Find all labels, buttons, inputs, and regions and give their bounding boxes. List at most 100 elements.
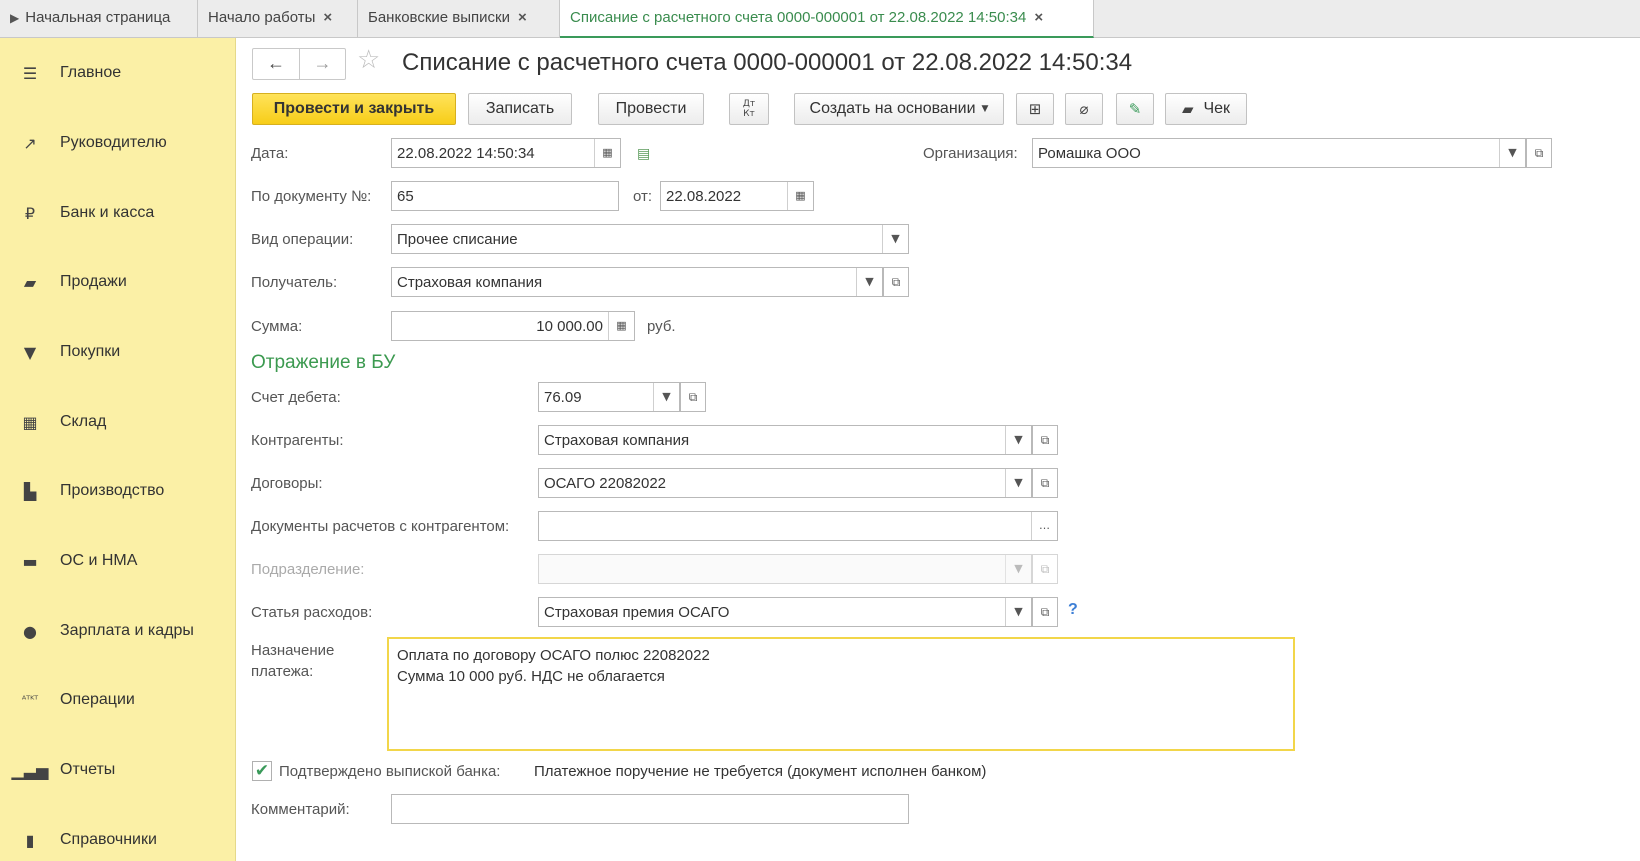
sidebar-item-label: Продажи xyxy=(60,273,127,290)
chevron-down-icon[interactable]: ▼ xyxy=(882,225,908,253)
ellipsis-icon[interactable]: … xyxy=(1031,512,1057,540)
organization-field[interactable]: Ромашка ООО ▼ xyxy=(1032,138,1526,168)
bank-confirmed-label: Подтверждено выпиской банка: xyxy=(279,763,501,780)
person-icon: ● xyxy=(23,621,37,641)
sidebar-item-manager[interactable]: ↗ Руководителю xyxy=(0,123,236,163)
receipt-button[interactable]: ▰ Чек xyxy=(1165,93,1247,125)
settlement-docs-field[interactable]: … xyxy=(538,511,1058,541)
chevron-down-icon[interactable]: ▼ xyxy=(1005,598,1031,626)
operation-type-label: Вид операции: xyxy=(251,231,354,248)
doc-number-value: 65 xyxy=(397,187,414,205)
close-icon[interactable]: × xyxy=(1034,9,1043,26)
contract-value: ОСАГО 22082022 xyxy=(544,474,667,492)
recipient-field[interactable]: Страховая компания ▼ xyxy=(391,267,883,297)
amount-label: Сумма: xyxy=(251,318,303,335)
save-button[interactable]: Записать xyxy=(468,93,572,125)
bar-chart-icon: ▁▃▅ xyxy=(11,760,49,780)
sidebar-item-label: Зарплата и кадры xyxy=(60,622,194,639)
comment-field[interactable] xyxy=(391,794,909,824)
open-organization-button[interactable]: ⧉ xyxy=(1526,138,1552,168)
home-arrow-icon: ▶ xyxy=(10,11,20,25)
calendar-icon[interactable]: ▦ xyxy=(787,182,813,210)
history-nav: ← → xyxy=(252,48,346,80)
signature-button[interactable]: ✎ xyxy=(1116,93,1154,125)
operation-type-select[interactable]: Прочее списание ▼ xyxy=(391,224,909,254)
warehouse-icon: ▦ xyxy=(22,412,38,432)
chevron-down-icon[interactable]: ▼ xyxy=(856,268,882,296)
structure-button[interactable]: ⊞ xyxy=(1016,93,1054,125)
number-edit-icon[interactable]: ▤ xyxy=(637,145,650,162)
payment-purpose-line2: Сумма 10 000 руб. НДС не облагается xyxy=(397,668,665,685)
expense-item-value: Страховая премия ОСАГО xyxy=(544,603,730,621)
tab-start[interactable]: Начало работы × xyxy=(198,0,358,38)
sidebar-item-sales[interactable]: ▰ Продажи xyxy=(0,262,236,302)
sidebar-item-label: Главное xyxy=(60,64,122,81)
chevron-down-icon: ▼ xyxy=(981,104,989,114)
department-field: ▼ xyxy=(538,554,1032,584)
sidebar-item-operations[interactable]: ᴬᵀᴷᵀ Операции xyxy=(0,680,236,720)
forward-button[interactable]: → xyxy=(299,49,345,79)
calendar-icon[interactable]: ▦ xyxy=(594,139,620,167)
dt-kt-button[interactable]: Дт Кт xyxy=(729,93,769,125)
tab-statements[interactable]: Банковские выписки × xyxy=(358,0,560,38)
debit-account-field[interactable]: 76.09 ▼ xyxy=(538,382,680,412)
counterparty-label: Контрагенты: xyxy=(251,432,344,449)
doc-number-field[interactable]: 65 xyxy=(391,181,619,211)
payment-purpose-line1: Оплата по договору ОСАГО полюс 22082022 xyxy=(397,647,710,664)
counterparty-field[interactable]: Страховая компания ▼ xyxy=(538,425,1032,455)
factory-icon: ▙ xyxy=(23,481,37,501)
tab-document[interactable]: Списание с расчетного счета 0000-000001 … xyxy=(560,0,1094,38)
sidebar-item-bank[interactable]: ₽ Банк и касса xyxy=(0,193,236,233)
sidebar-item-label: Руководителю xyxy=(60,134,167,151)
payment-purpose-textarea[interactable]: Оплата по договору ОСАГО полюс 22082022 … xyxy=(387,637,1295,751)
sidebar-item-salary[interactable]: ● Зарплата и кадры xyxy=(0,611,236,651)
chevron-down-icon: ▼ xyxy=(1005,555,1031,583)
calculator-icon[interactable]: ▦ xyxy=(608,312,634,340)
bank-confirmed-checkbox[interactable]: ✔ xyxy=(252,761,272,781)
tab-start-label: Начало работы xyxy=(208,9,316,26)
create-based-on-button[interactable]: Создать на основании ▼ xyxy=(794,93,1004,125)
sidebar-item-main[interactable]: ☰ Главное xyxy=(0,53,236,93)
chevron-down-icon[interactable]: ▼ xyxy=(1499,139,1525,167)
open-recipient-button[interactable]: ⧉ xyxy=(883,267,909,297)
close-icon[interactable]: × xyxy=(323,9,332,26)
debit-account-value: 76.09 xyxy=(544,388,582,406)
chevron-down-icon[interactable]: ▼ xyxy=(653,383,679,411)
sidebar-item-assets[interactable]: ▬ ОС и НМА xyxy=(0,541,236,581)
post-and-close-button[interactable]: Провести и закрыть xyxy=(252,93,456,125)
page-title: Списание с расчетного счета 0000-000001 … xyxy=(402,49,1133,76)
doc-number-label: По документу №: xyxy=(251,188,372,205)
sidebar-item-label: ОС и НМА xyxy=(60,552,138,569)
close-icon[interactable]: × xyxy=(518,9,527,26)
amount-field[interactable]: 10 000.00 ▦ xyxy=(391,311,635,341)
contract-field[interactable]: ОСАГО 22082022 ▼ xyxy=(538,468,1032,498)
open-counterparty-button[interactable]: ⧉ xyxy=(1032,425,1058,455)
sidebar-item-purchases[interactable]: ▼ Покупки xyxy=(0,332,236,372)
cash-register-icon: ▰ xyxy=(1181,100,1194,118)
open-contract-button[interactable]: ⧉ xyxy=(1032,468,1058,498)
sidebar-item-label: Покупки xyxy=(60,343,121,360)
chevron-down-icon[interactable]: ▼ xyxy=(1005,469,1031,497)
favorite-star-icon[interactable]: ☆ xyxy=(357,45,380,75)
open-expense-item-button[interactable]: ⧉ xyxy=(1032,597,1058,627)
settlement-docs-label: Документы расчетов с контрагентом: xyxy=(251,518,510,535)
sidebar-item-catalogs[interactable]: ▮ Справочники xyxy=(0,820,236,860)
organization-value: Ромашка ООО xyxy=(1038,144,1141,162)
open-debit-account-button[interactable]: ⧉ xyxy=(680,382,706,412)
bag-icon: ▰ xyxy=(23,272,37,292)
sidebar-item-warehouse[interactable]: ▦ Склад xyxy=(0,402,236,442)
date-label: Дата: xyxy=(251,145,289,162)
operation-type-value: Прочее списание xyxy=(397,230,518,248)
date-field[interactable]: 22.08.2022 14:50:34 ▦ xyxy=(391,138,621,168)
sidebar-item-production[interactable]: ▙ Производство xyxy=(0,471,236,511)
expense-item-field[interactable]: Страховая премия ОСАГО ▼ xyxy=(538,597,1032,627)
attach-button[interactable]: ⌀ xyxy=(1065,93,1103,125)
sidebar-item-reports[interactable]: ▁▃▅ Отчеты xyxy=(0,750,236,790)
chevron-down-icon[interactable]: ▼ xyxy=(1005,426,1031,454)
truck-icon: ▬ xyxy=(22,551,38,571)
from-date-field[interactable]: 22.08.2022 ▦ xyxy=(660,181,814,211)
help-icon[interactable]: ? xyxy=(1068,601,1078,619)
post-button[interactable]: Провести xyxy=(598,93,704,125)
back-button[interactable]: ← xyxy=(253,49,299,79)
tab-home[interactable]: ▶ Начальная страница xyxy=(0,0,198,38)
